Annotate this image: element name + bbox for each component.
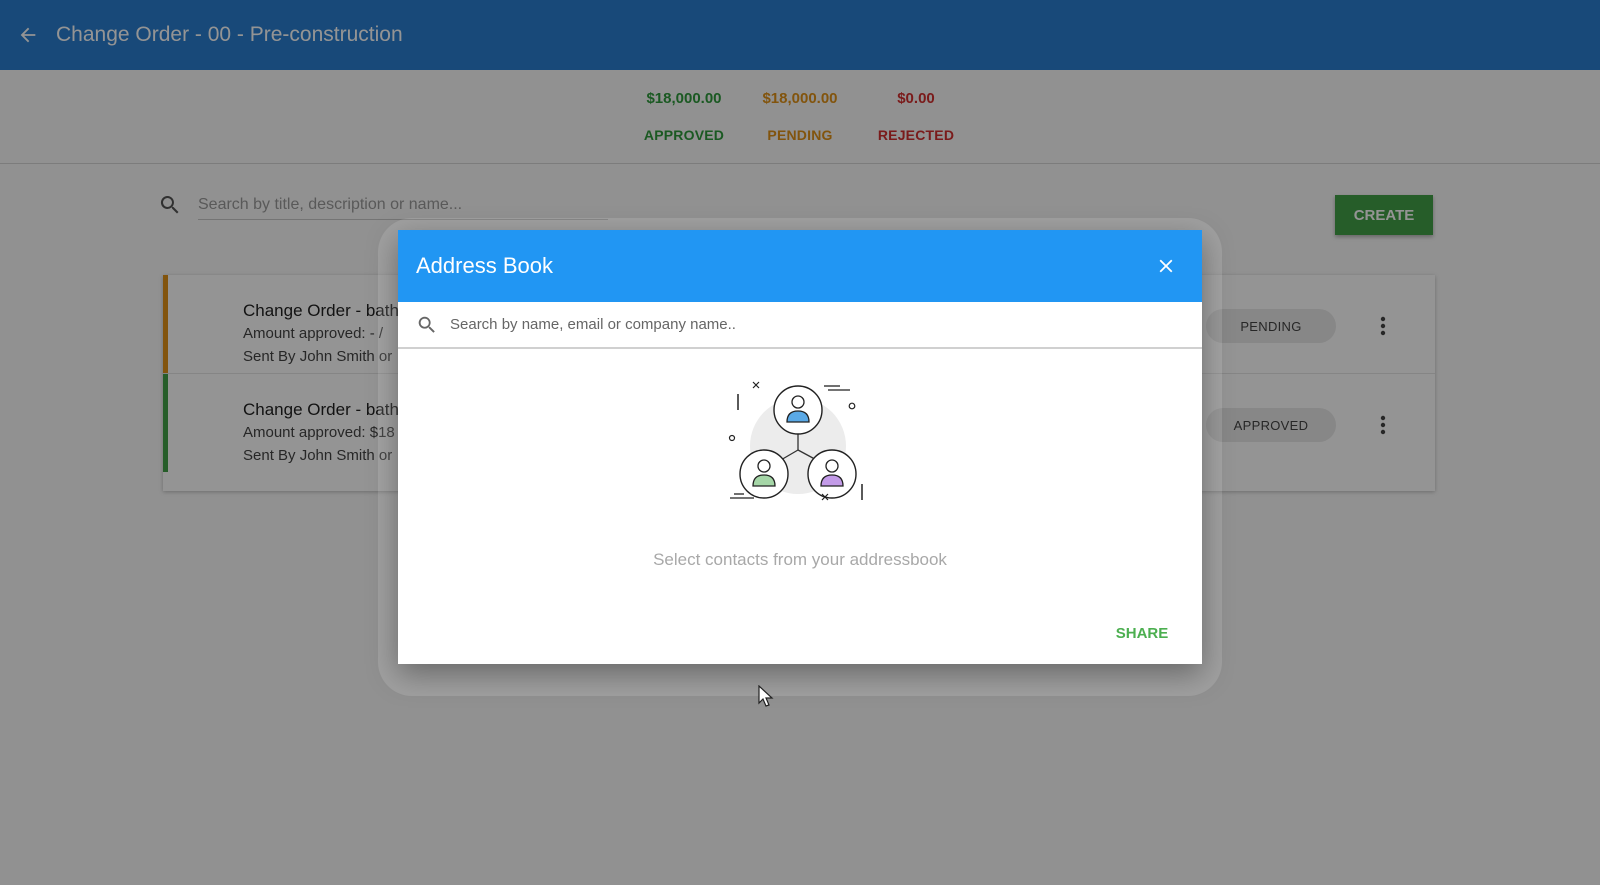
share-button[interactable]: SHARE (1102, 616, 1182, 650)
mouse-cursor-icon (758, 685, 774, 707)
contacts-network-illustration (728, 381, 863, 501)
close-icon (1159, 259, 1173, 273)
address-book-dialog: Address Book Select contacts from your (398, 230, 1202, 664)
close-button[interactable] (1148, 248, 1184, 284)
dialog-header: Address Book (398, 230, 1202, 302)
dialog-title: Address Book (416, 253, 553, 278)
empty-state-text: Select contacts from your addressbook (653, 550, 947, 569)
contact-search-bar (398, 302, 1202, 349)
search-icon (418, 316, 435, 333)
contact-search-input[interactable] (450, 306, 1150, 343)
